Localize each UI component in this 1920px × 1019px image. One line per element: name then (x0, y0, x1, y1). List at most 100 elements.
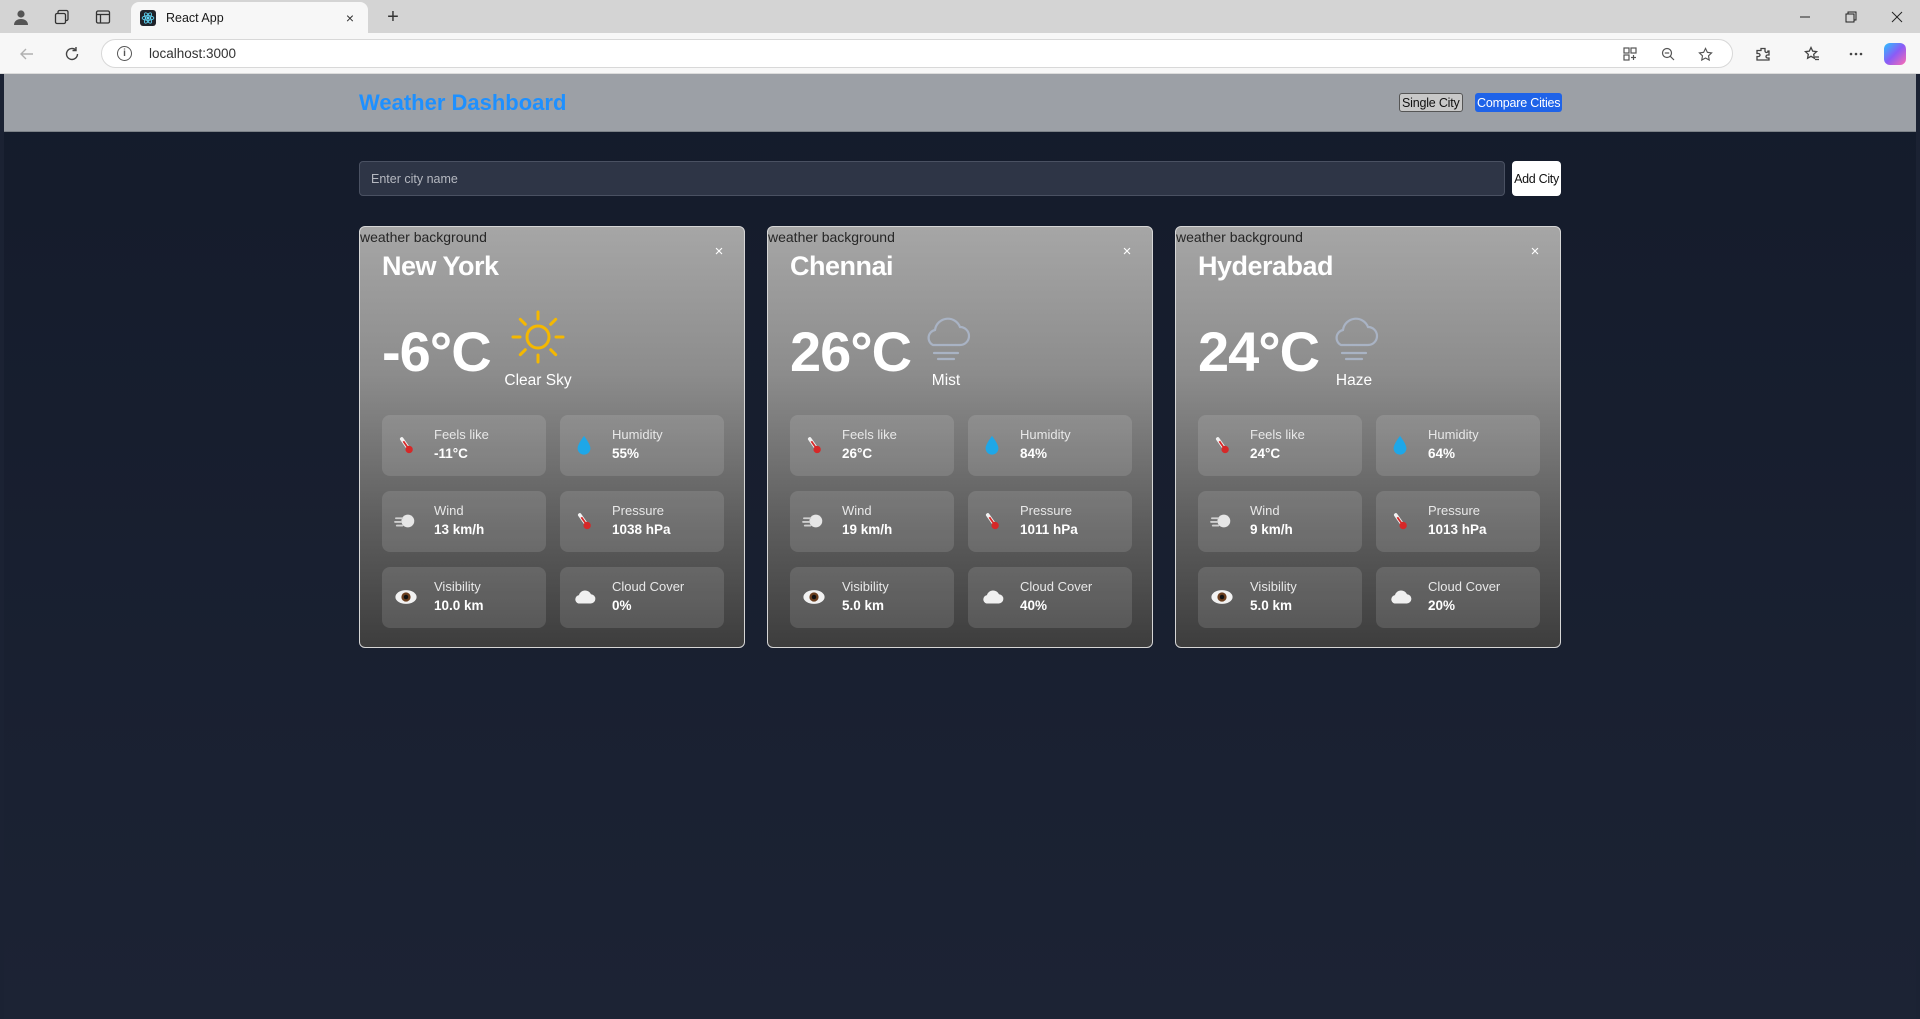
extensions-icon[interactable] (1752, 43, 1774, 65)
add-city-button[interactable]: Add City (1512, 161, 1561, 196)
temperature: -6°C (382, 320, 492, 383)
favorite-star-icon[interactable] (1695, 44, 1715, 64)
stat-value: 84% (1020, 446, 1048, 461)
city-card: weather background Hyderabad × 24°C Haze… (1175, 226, 1561, 648)
app-available-icon[interactable] (1620, 44, 1640, 64)
more-options-icon[interactable] (1845, 43, 1867, 65)
thermometer-icon (1388, 509, 1412, 533)
wind-icon (1210, 509, 1234, 533)
cloud-fog-icon (1324, 307, 1384, 367)
wind-icon (394, 509, 418, 533)
stat-cloud-cover: Cloud Cover 20% (1376, 567, 1540, 628)
minimize-icon[interactable] (1794, 6, 1816, 28)
stat-pressure: Pressure 1038 hPa (560, 491, 724, 552)
stat-label: Humidity (612, 427, 663, 442)
water-drop-icon (1388, 433, 1412, 457)
remove-city-icon[interactable]: × (1120, 243, 1134, 260)
remove-city-icon[interactable]: × (712, 243, 726, 260)
back-icon[interactable] (16, 43, 38, 65)
stat-visibility: Visibility 5.0 km (790, 567, 954, 628)
stat-label: Wind (434, 503, 464, 518)
stat-value: 55% (612, 446, 640, 461)
stat-label: Pressure (1020, 503, 1073, 518)
vertical-tabs-icon[interactable] (93, 7, 113, 27)
broken-image-alt: weather background (360, 229, 487, 245)
stat-value: 5.0 km (842, 598, 885, 613)
stat-label: Feels like (842, 427, 897, 442)
tab-close-icon[interactable]: × (340, 8, 360, 28)
weather-condition: Mist (931, 372, 961, 389)
weather-condition: Haze (1335, 372, 1373, 389)
remove-city-icon[interactable]: × (1528, 243, 1542, 260)
thermometer-icon (394, 433, 418, 457)
city-search-input[interactable] (359, 161, 1505, 196)
zoom-out-icon[interactable] (1658, 44, 1678, 64)
stat-value: 24°C (1250, 446, 1281, 461)
stat-humidity: Humidity 64% (1376, 415, 1540, 476)
window-close-icon[interactable] (1886, 6, 1908, 28)
stat-visibility: Visibility 5.0 km (1198, 567, 1362, 628)
app-header: Weather Dashboard Single City Compare Ci… (4, 74, 1916, 132)
eye-icon (802, 585, 826, 609)
eye-icon (1210, 585, 1234, 609)
broken-image-alt: weather background (1176, 229, 1303, 245)
site-info-icon[interactable]: i (117, 46, 132, 61)
stat-value: 64% (1428, 446, 1456, 461)
city-name: Hyderabad (1198, 251, 1334, 281)
stat-value: 40% (1020, 598, 1048, 613)
thermometer-icon (802, 433, 826, 457)
cloud-icon (1388, 585, 1412, 609)
tab-title: React App (166, 10, 224, 25)
wind-icon (802, 509, 826, 533)
stat-value: 0% (612, 598, 632, 613)
stat-value: 5.0 km (1250, 598, 1293, 613)
city-name: Chennai (790, 251, 894, 281)
stat-pressure: Pressure 1011 hPa (968, 491, 1132, 552)
city-name: New York (382, 251, 499, 281)
stat-visibility: Visibility 10.0 km (382, 567, 546, 628)
copilot-icon[interactable] (1884, 43, 1906, 65)
sun-icon (508, 307, 568, 367)
stat-value: 1013 hPa (1428, 522, 1487, 537)
stat-label: Visibility (434, 579, 481, 594)
city-card: weather background New York × -6°C Clear… (359, 226, 745, 648)
stat-label: Humidity (1020, 427, 1071, 442)
stat-label: Pressure (1428, 503, 1481, 518)
city-card: weather background Chennai × 26°C Mist F… (767, 226, 1153, 648)
stat-label: Cloud Cover (1428, 579, 1501, 594)
stat-cloud-cover: Cloud Cover 40% (968, 567, 1132, 628)
app-title: Weather Dashboard (359, 90, 567, 115)
stat-label: Humidity (1428, 427, 1479, 442)
profile-icon[interactable] (11, 7, 31, 27)
compare-cities-button[interactable]: Compare Cities (1475, 93, 1563, 112)
restore-icon[interactable] (1840, 6, 1862, 28)
browser-tab-active[interactable]: React App × (131, 2, 368, 33)
stat-feels-like: Feels like -11°C (382, 415, 546, 476)
eye-icon (394, 585, 418, 609)
new-tab-icon[interactable]: + (381, 5, 405, 29)
stat-feels-like: Feels like 24°C (1198, 415, 1362, 476)
stat-label: Visibility (1250, 579, 1297, 594)
stat-label: Wind (1250, 503, 1280, 518)
react-logo-icon (140, 9, 156, 26)
stat-pressure: Pressure 1013 hPa (1376, 491, 1540, 552)
favorites-icon[interactable] (1801, 43, 1823, 65)
stat-label: Visibility (842, 579, 889, 594)
stat-value: 10.0 km (434, 598, 484, 613)
stat-humidity: Humidity 55% (560, 415, 724, 476)
stat-value: 20% (1428, 598, 1456, 613)
temperature: 26°C (790, 320, 912, 383)
stat-label: Feels like (434, 427, 489, 442)
water-drop-icon (572, 433, 596, 457)
stat-value: 1011 hPa (1020, 522, 1078, 537)
stat-label: Pressure (612, 503, 665, 518)
thermometer-icon (980, 509, 1004, 533)
stat-wind: Wind 13 km/h (382, 491, 546, 552)
cloud-icon (572, 585, 596, 609)
app-viewport: Weather Dashboard Single City Compare Ci… (4, 74, 1916, 1019)
single-city-button[interactable]: Single City (1399, 93, 1463, 112)
url-bar[interactable]: i localhost:3000 (101, 39, 1733, 68)
refresh-icon[interactable] (61, 43, 83, 65)
stat-humidity: Humidity 84% (968, 415, 1132, 476)
workspaces-icon[interactable] (52, 7, 72, 27)
